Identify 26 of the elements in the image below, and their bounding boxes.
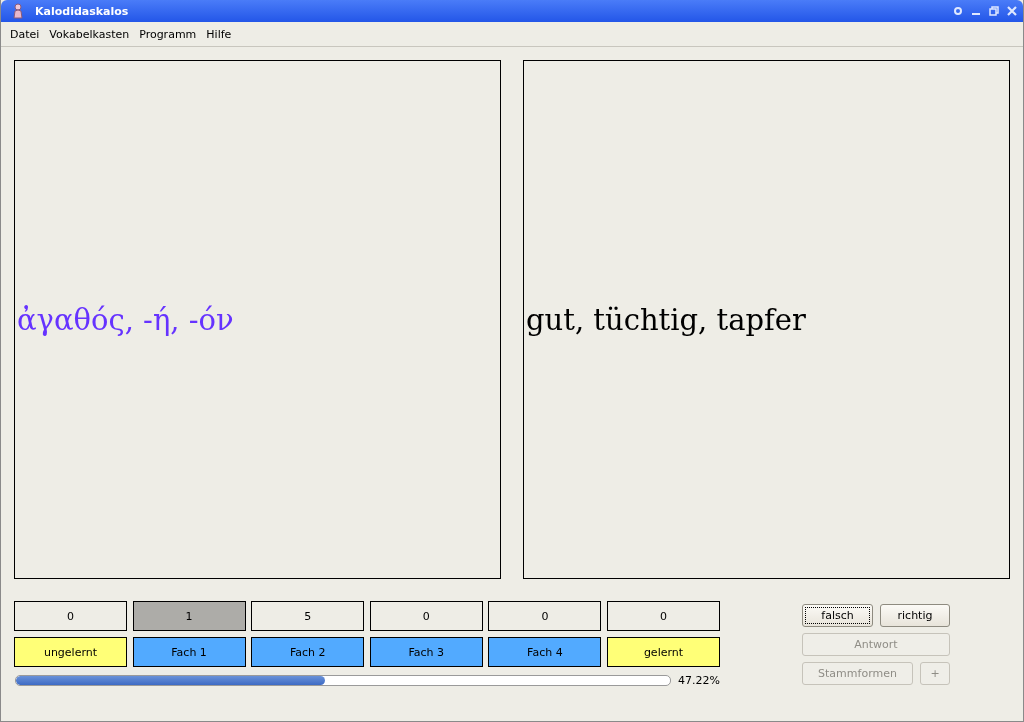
action-button[interactable]: richtig <box>880 604 950 627</box>
menu-item[interactable]: Programm <box>134 27 202 41</box>
box-label: gelernt <box>606 637 720 667</box>
box-count[interactable]: 1 <box>132 601 246 631</box>
window-title: Kalodidaskalos <box>35 4 129 18</box>
box-count[interactable]: 0 <box>488 601 602 631</box>
close-icon[interactable] <box>1007 6 1017 16</box>
statue-icon <box>11 3 25 19</box>
action-button[interactable]: falsch <box>802 604 873 627</box>
settings-icon[interactable] <box>953 6 963 16</box>
card-text: gut, tüchtig, tapfer <box>525 302 806 337</box>
progress-reading: 47.22% <box>678 674 720 687</box>
menu-item[interactable]: Hilfe <box>201 27 237 41</box>
box-label: Fach 2 <box>251 637 365 667</box>
box-label: Fach 3 <box>369 637 483 667</box>
box-count[interactable]: 5 <box>251 601 365 631</box>
box-label: Fach 1 <box>132 637 246 667</box>
card-text: ἀγαθός, -ή, -όν <box>16 302 234 337</box>
restore-icon[interactable] <box>989 6 999 16</box>
menu-item[interactable]: Vokabelkasten <box>44 27 135 41</box>
box-count[interactable]: 0 <box>369 601 483 631</box>
box-count[interactable]: 0 <box>606 601 720 631</box>
box-label: Fach 4 <box>488 637 602 667</box>
box-count[interactable]: 0 <box>14 601 127 631</box>
box-label: ungelernt <box>14 637 127 667</box>
menu-item[interactable]: Datei <box>5 27 45 41</box>
